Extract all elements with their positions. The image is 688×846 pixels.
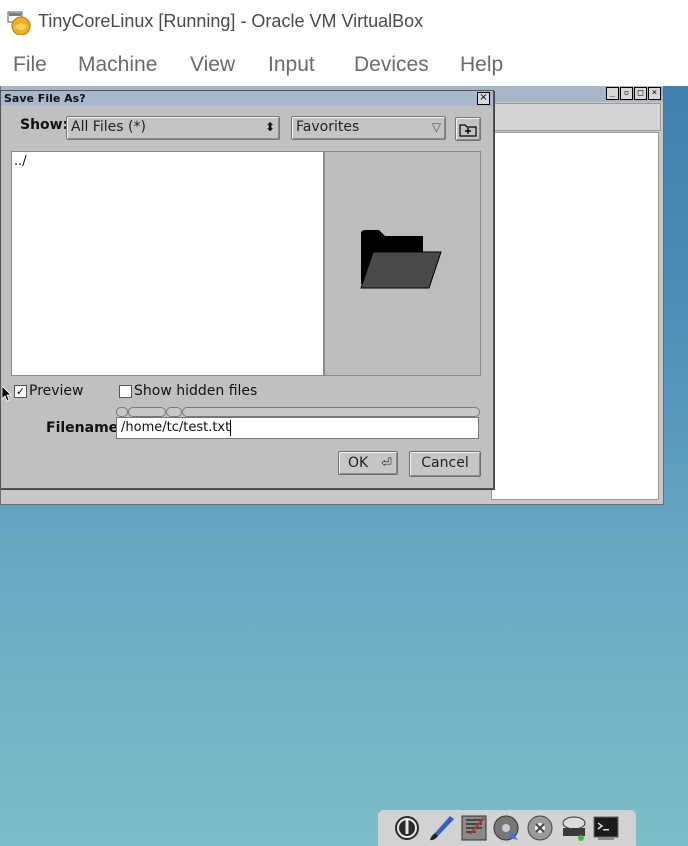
window-title: TinyCoreLinux [Running] - Oracle VM Virt… [38,11,424,31]
preview-pane [324,151,481,376]
dialog-titlebar[interactable]: Save File As? × [1,91,493,106]
text-cursor [230,419,232,436]
ok-button[interactable]: OK ⏎ [338,451,398,475]
show-hidden-checkbox[interactable] [119,385,132,398]
virtualbox-app-icon [7,11,31,35]
dialog-title: Save File As? [4,92,86,105]
paint-brush-icon[interactable] [428,814,456,842]
preview-label: Preview [29,383,84,399]
settings-gear-icon[interactable] [526,814,554,842]
path-button-bar [116,407,480,417]
filter-select[interactable]: All Files (*) ⬍ [66,116,280,140]
terminal-icon[interactable] [592,814,620,842]
restore-icon[interactable]: ▫ [620,87,633,100]
cancel-button-label: Cancel [421,455,469,471]
return-key-icon: ⏎ [381,456,392,471]
show-hidden-label: Show hidden files [134,383,258,399]
new-folder-icon [459,124,477,137]
path-segment-root[interactable] [116,407,128,417]
menu-view[interactable]: View [190,53,235,77]
menu-help[interactable]: Help [460,53,503,77]
mouse-pointer-icon [2,386,12,402]
filename-value: /home/tc/test.txt [121,420,231,435]
ok-button-label: OK [348,455,369,471]
new-folder-button[interactable] [455,117,481,141]
path-segment-tc[interactable] [166,407,182,417]
favorites-menu[interactable]: Favorites ▽ [291,116,446,140]
cancel-button[interactable]: Cancel [409,451,481,477]
power-icon[interactable] [393,814,421,842]
folder-icon [360,230,442,289]
show-label: Show: [20,117,69,133]
vbox-menubar: File Machine View Input Devices Help [0,44,688,86]
list-item-parent-dir[interactable]: ../ [14,154,27,169]
maximize-icon[interactable]: □ [634,87,647,100]
menu-machine[interactable]: Machine [78,53,157,77]
close-icon[interactable]: × [648,87,661,100]
minimize-icon[interactable]: _ [606,87,619,100]
guest-desktop: _ ▫ □ × Save File As? × Show: All Files … [0,86,688,846]
file-browser-list[interactable]: ../ [11,151,324,376]
menu-devices[interactable]: Devices [354,53,429,77]
drive-icon[interactable] [560,814,588,842]
window-controls: _ ▫ □ × [606,87,661,100]
favorites-menu-label: Favorites [296,119,360,135]
updown-arrow-icon: ⬍ [264,120,275,134]
background-window-toolbar [491,103,661,131]
filename-label: Filename: [46,420,124,436]
menu-file[interactable]: File [13,53,47,77]
save-file-dialog: Save File As? × Show: All Files (*) ⬍ Fa… [0,90,494,489]
dock-bar [378,810,636,846]
filter-select-value: All Files (*) [71,119,146,135]
path-segment-home[interactable] [128,407,166,417]
background-window-content[interactable] [491,132,659,500]
disk-icon[interactable] [492,814,520,842]
triangle-down-icon: ▽ [431,120,441,134]
editor-icon[interactable] [460,814,488,842]
filename-input[interactable]: /home/tc/test.txt [116,417,479,439]
menu-input[interactable]: Input [268,53,315,77]
path-segment-current[interactable] [182,407,480,417]
preview-checkbox[interactable]: ✓ [14,385,27,398]
vbox-titlebar: TinyCoreLinux [Running] - Oracle VM Virt… [0,0,688,45]
close-icon[interactable]: × [477,92,490,105]
